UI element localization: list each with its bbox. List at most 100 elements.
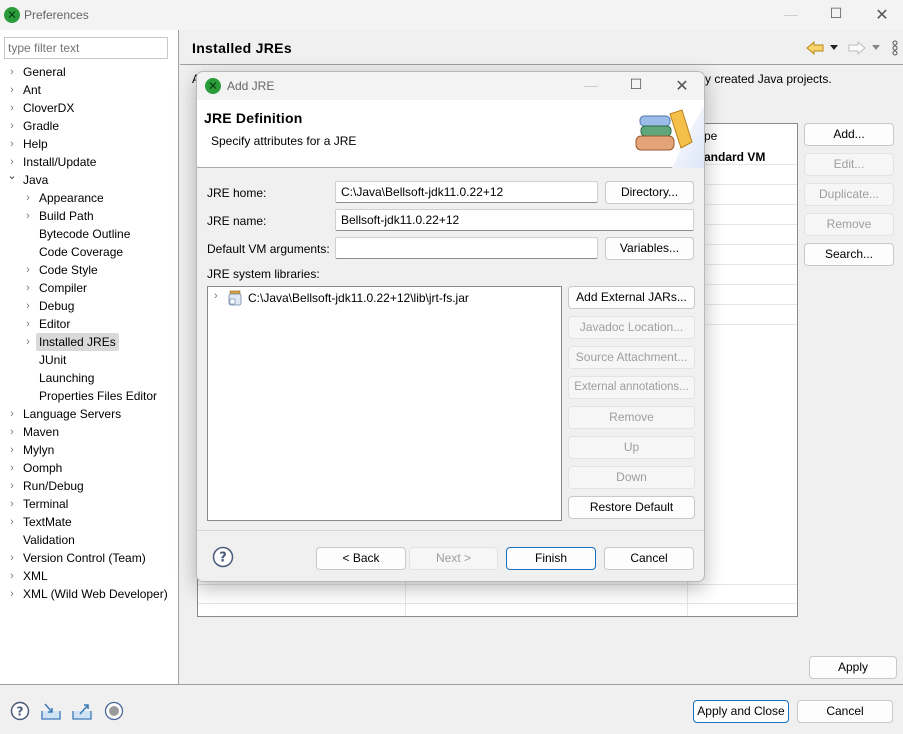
chevron-right-icon[interactable]: › bbox=[7, 117, 17, 135]
chevron-right-icon[interactable]: › bbox=[7, 423, 17, 441]
filter-input[interactable] bbox=[4, 37, 168, 59]
chevron-right-icon[interactable]: › bbox=[7, 63, 17, 81]
tree-item[interactable]: Code Coverage bbox=[0, 243, 178, 261]
tree-item[interactable]: Bytecode Outline bbox=[0, 225, 178, 243]
tree-item[interactable]: › Version Control (Team) bbox=[0, 549, 178, 567]
cancel-button[interactable]: Cancel bbox=[797, 700, 893, 723]
chevron-right-icon[interactable]: › bbox=[7, 459, 17, 477]
tree-item[interactable]: › Installed JREs bbox=[0, 333, 178, 351]
tree-item[interactable]: › Run/Debug bbox=[0, 477, 178, 495]
dialog-cancel-button[interactable]: Cancel bbox=[604, 547, 694, 570]
tree-item[interactable]: › Appearance bbox=[0, 189, 178, 207]
apply-button[interactable]: Apply bbox=[809, 656, 897, 679]
import-icon[interactable] bbox=[40, 700, 62, 722]
tree-item[interactable]: › Debug bbox=[0, 297, 178, 315]
back-arrow-icon[interactable] bbox=[806, 41, 824, 55]
add-jre-button[interactable]: Add... bbox=[804, 123, 894, 146]
dialog-minimize-button[interactable]: — bbox=[581, 77, 601, 93]
external-annotations-button[interactable]: External annotations... bbox=[568, 376, 695, 399]
dialog-help-icon[interactable]: ? bbox=[212, 546, 234, 568]
chevron-right-icon[interactable]: › bbox=[23, 261, 33, 279]
up-button[interactable]: Up bbox=[568, 436, 695, 459]
minimize-button[interactable]: — bbox=[781, 6, 801, 22]
tree-item[interactable]: › Terminal bbox=[0, 495, 178, 513]
tree-item[interactable]: › Build Path bbox=[0, 207, 178, 225]
record-icon[interactable] bbox=[103, 700, 125, 722]
tree-item[interactable]: ⌄ Java bbox=[0, 170, 178, 189]
system-libraries-tree[interactable]: › C:\Java\Bellsoft-jdk11.0.22+12\lib\jrt… bbox=[207, 286, 562, 521]
forward-dropdown-icon[interactable] bbox=[872, 45, 880, 51]
finish-button[interactable]: Finish bbox=[506, 547, 596, 570]
dialog-maximize-button[interactable]: ☐ bbox=[626, 76, 646, 93]
chevron-right-icon[interactable]: › bbox=[7, 81, 17, 99]
tree-item[interactable]: › General bbox=[0, 63, 178, 81]
chevron-right-icon[interactable]: › bbox=[23, 279, 33, 297]
tree-item[interactable]: › Install/Update bbox=[0, 153, 178, 171]
chevron-right-icon[interactable]: › bbox=[7, 495, 17, 513]
tree-item[interactable]: › Gradle bbox=[0, 117, 178, 135]
tree-item[interactable]: › Compiler bbox=[0, 279, 178, 297]
back-dropdown-icon[interactable] bbox=[830, 45, 838, 51]
tree-item[interactable]: › Help bbox=[0, 135, 178, 153]
directory-button[interactable]: Directory... bbox=[605, 181, 694, 204]
chevron-right-icon[interactable]: › bbox=[23, 207, 33, 225]
chevron-right-icon[interactable]: › bbox=[7, 135, 17, 153]
table-cell-type[interactable]: andard VM bbox=[704, 150, 765, 164]
duplicate-jre-button[interactable]: Duplicate... bbox=[804, 183, 894, 206]
jre-home-input[interactable]: C:\Java\Bellsoft-jdk11.0.22+12 bbox=[335, 181, 598, 203]
tree-item[interactable]: › Editor bbox=[0, 315, 178, 333]
search-jre-button[interactable]: Search... bbox=[804, 243, 894, 266]
chevron-right-icon[interactable]: › bbox=[7, 405, 17, 423]
tree-item[interactable]: › Oomph bbox=[0, 459, 178, 477]
edit-jre-button[interactable]: Edit... bbox=[804, 153, 894, 176]
jre-name-input[interactable]: Bellsoft-jdk11.0.22+12 bbox=[335, 209, 694, 231]
maximize-button[interactable]: ☐ bbox=[826, 5, 846, 22]
tree-item[interactable]: JUnit bbox=[0, 351, 178, 369]
chevron-right-icon[interactable]: › bbox=[7, 567, 17, 585]
chevron-right-icon[interactable]: › bbox=[7, 513, 17, 531]
close-window-button[interactable]: ✕ bbox=[872, 5, 892, 25]
chevron-right-icon[interactable]: › bbox=[7, 477, 17, 495]
restore-default-button[interactable]: Restore Default bbox=[568, 496, 695, 519]
tree-item[interactable]: Properties Files Editor bbox=[0, 387, 178, 405]
down-button[interactable]: Down bbox=[568, 466, 695, 489]
apply-and-close-button[interactable]: Apply and Close bbox=[693, 700, 789, 723]
dialog-close-button[interactable]: ✕ bbox=[672, 76, 692, 96]
source-attachment-button[interactable]: Source Attachment... bbox=[568, 346, 695, 369]
chevron-right-icon[interactable]: › bbox=[23, 189, 33, 207]
chevron-down-icon[interactable]: ⌄ bbox=[7, 167, 17, 185]
remove-library-button[interactable]: Remove bbox=[568, 406, 695, 429]
remove-jre-button[interactable]: Remove bbox=[804, 213, 894, 236]
tree-item[interactable]: Validation bbox=[0, 531, 178, 549]
variables-button[interactable]: Variables... bbox=[605, 237, 694, 260]
library-item[interactable]: › C:\Java\Bellsoft-jdk11.0.22+12\lib\jrt… bbox=[208, 289, 558, 307]
tree-item[interactable]: › CloverDX bbox=[0, 99, 178, 117]
tree-item[interactable]: › Language Servers bbox=[0, 405, 178, 423]
next-button[interactable]: Next > bbox=[409, 547, 498, 570]
chevron-right-icon[interactable]: › bbox=[7, 549, 17, 567]
export-icon[interactable] bbox=[71, 700, 93, 722]
view-menu-icon[interactable] bbox=[892, 40, 898, 56]
add-external-jars-button[interactable]: Add External JARs... bbox=[568, 286, 695, 309]
vm-args-input[interactable] bbox=[335, 237, 598, 259]
chevron-right-icon[interactable]: › bbox=[7, 99, 17, 117]
help-icon[interactable]: ? bbox=[9, 700, 31, 722]
chevron-right-icon[interactable]: › bbox=[7, 585, 17, 603]
tree-item[interactable]: › Maven bbox=[0, 423, 178, 441]
tree-item[interactable]: Launching bbox=[0, 369, 178, 387]
table-header-type[interactable]: pe bbox=[704, 129, 717, 143]
chevron-right-icon[interactable]: › bbox=[23, 333, 33, 351]
tree-item[interactable]: › TextMate bbox=[0, 513, 178, 531]
tree-item[interactable]: › Ant bbox=[0, 81, 178, 99]
javadoc-location-button[interactable]: Javadoc Location... bbox=[568, 316, 695, 339]
tree-item[interactable]: › XML (Wild Web Developer) bbox=[0, 585, 178, 603]
tree-item[interactable]: › XML bbox=[0, 567, 178, 585]
forward-arrow-icon[interactable] bbox=[848, 41, 866, 55]
tree-item[interactable]: › Mylyn bbox=[0, 441, 178, 459]
tree-item[interactable]: › Code Style bbox=[0, 261, 178, 279]
chevron-right-icon[interactable]: › bbox=[7, 441, 17, 459]
chevron-right-icon[interactable]: › bbox=[23, 315, 33, 333]
expand-chevron-icon[interactable]: › bbox=[214, 290, 218, 302]
chevron-right-icon[interactable]: › bbox=[23, 297, 33, 315]
back-button[interactable]: < Back bbox=[316, 547, 406, 570]
